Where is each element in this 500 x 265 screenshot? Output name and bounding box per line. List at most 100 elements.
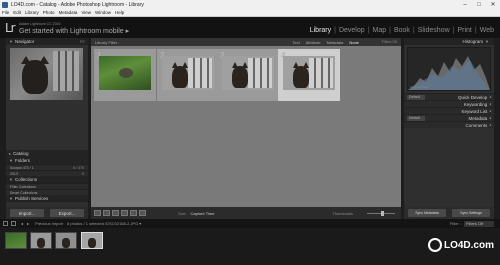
collapse-triangle-icon: ▼ <box>9 158 13 163</box>
loupe-view-icon[interactable] <box>103 210 110 216</box>
module-slideshow[interactable]: Slideshow <box>418 27 450 34</box>
thumbnails-label: Thumbnails <box>332 210 353 216</box>
left-buttons: Import... Export... <box>6 207 88 219</box>
bird-shape <box>119 68 133 78</box>
back-arrow-icon[interactable]: ◂ <box>21 221 23 226</box>
collections-header[interactable]: ▼ Collections <box>6 176 88 183</box>
menu-view[interactable]: View <box>81 10 91 15</box>
module-separator: | <box>452 27 455 34</box>
thumbnail-size-slider[interactable] <box>367 210 395 216</box>
cat-silhouette <box>172 66 188 88</box>
sort-select[interactable]: Capture Time <box>190 211 214 216</box>
menu-edit[interactable]: Edit <box>13 10 21 15</box>
comments-header[interactable]: Comments ◂ <box>404 121 494 128</box>
cat-silhouette <box>293 66 309 88</box>
mobile-promo-link[interactable]: Get started with Lightroom mobile ▸ <box>19 27 129 35</box>
navigator-label: Navigator <box>14 39 35 44</box>
menu-help[interactable]: Help <box>115 10 124 15</box>
menu-photo[interactable]: Photo <box>43 10 55 15</box>
filmstrip-thumbnail[interactable] <box>55 232 77 249</box>
menu-file[interactable]: File <box>2 10 9 15</box>
grid-cell[interactable]: 1 <box>94 49 156 101</box>
grid-view-icon[interactable] <box>94 210 101 216</box>
saved-preset-select[interactable]: Default <box>407 94 425 100</box>
metadata-header[interactable]: Default Metadata ◂ <box>404 114 494 121</box>
filmstrip-filter-select[interactable]: Filters Off <box>464 220 494 227</box>
filter-none[interactable]: None <box>349 40 359 45</box>
menu-window[interactable]: Window <box>95 10 111 15</box>
filter-text[interactable]: Text <box>292 40 299 45</box>
filter-preset-select[interactable]: Filters Off <box>382 40 397 44</box>
filmstrip-thumbnail[interactable] <box>5 232 27 249</box>
grid-cell[interactable]: 3 <box>217 49 279 101</box>
keywording-label: Keywording <box>463 101 488 107</box>
photo-thumbnail <box>99 56 151 90</box>
histogram-label: Histogram <box>462 39 484 44</box>
sync-settings-button[interactable]: Sync Settings <box>452 209 490 217</box>
grid-cell[interactable]: 2 <box>157 49 219 101</box>
module-develop[interactable]: Develop <box>339 27 365 34</box>
compare-view-icon[interactable] <box>112 210 119 216</box>
filter-attribute[interactable]: Attribute <box>306 40 321 45</box>
module-library[interactable]: Library <box>310 27 331 34</box>
module-print[interactable]: Print <box>457 27 471 34</box>
module-book[interactable]: Book <box>394 27 410 34</box>
menu-library[interactable]: Library <box>25 10 39 15</box>
watermark-text: LO4D.com <box>443 239 494 251</box>
collapse-triangle-icon: ▼ <box>9 39 13 44</box>
export-button[interactable]: Export... <box>50 209 84 217</box>
survey-view-icon[interactable] <box>121 210 128 216</box>
filmstrip-thumbnail[interactable] <box>30 232 52 249</box>
secondary-window-icon[interactable] <box>3 221 8 226</box>
filmstrip-summary[interactable]: 6 photos / 1 selected /DSC02158-2.JPG ▾ <box>67 221 141 226</box>
sync-metadata-button[interactable]: Sync Metadata <box>408 209 446 217</box>
folders-header[interactable]: ▼ Folders <box>6 157 88 164</box>
grid-cell-selected[interactable]: 4 <box>278 49 340 101</box>
expand-triangle-icon: ▸ <box>9 151 12 156</box>
painter-icon[interactable] <box>139 210 146 216</box>
right-buttons: Sync Metadata Sync Settings <box>404 207 494 219</box>
cat-silhouette <box>37 238 45 248</box>
catalog-header[interactable]: ▸ Catalog <box>6 150 88 157</box>
import-button[interactable]: Import... <box>10 209 44 217</box>
expand-triangle-icon: ◂ <box>489 95 491 99</box>
filter-metadata[interactable]: Metadata <box>327 40 344 45</box>
maximize-button[interactable]: □ <box>472 2 486 8</box>
left-panel: ▼ Navigator FIT ▸ Catalog ▼ Folders Scor… <box>6 38 88 219</box>
histogram-header[interactable]: Histogram ▼ <box>404 38 494 45</box>
minimize-button[interactable]: – <box>458 2 472 8</box>
histogram-info: Original Photo <box>410 85 430 89</box>
filmstrip: LO4D.com <box>0 228 500 265</box>
quick-develop-header[interactable]: Default Quick Develop ◂ <box>404 93 494 100</box>
close-button[interactable]: ✕ <box>486 1 500 8</box>
filmstrip-source[interactable]: Previous Import <box>35 221 63 226</box>
module-separator: | <box>474 27 477 34</box>
filmstrip-thumbnail-selected[interactable] <box>81 232 103 249</box>
mobile-promo-text: Get started with Lightroom mobile <box>19 28 124 35</box>
module-map[interactable]: Map <box>372 27 386 34</box>
metadata-preset-select[interactable]: Default <box>407 115 425 121</box>
navigator-preview[interactable] <box>10 48 83 100</box>
grid-toolbar: Sort: Capture Time Thumbnails <box>91 207 401 219</box>
collections-label: Collections <box>14 177 37 182</box>
menu-metadata[interactable]: Metadata <box>59 10 78 15</box>
smart-collections-label: Smart Collections <box>10 190 38 195</box>
publish-services-header[interactable]: ▼ Publish Services <box>6 195 88 202</box>
keywording-header[interactable]: Keywording ◂ <box>404 100 494 107</box>
slider-knob[interactable] <box>381 210 384 216</box>
navigator-header[interactable]: ▼ Navigator FIT <box>6 38 88 45</box>
comments-label: Comments <box>465 122 488 128</box>
collapse-triangle-icon: ▼ <box>485 39 489 44</box>
lightroom-logo: Lr <box>5 21 16 35</box>
expand-triangle-icon: ◂ <box>489 123 491 127</box>
grid-icon[interactable] <box>11 221 16 226</box>
people-view-icon[interactable] <box>130 210 137 216</box>
collapse-triangle-icon: ▼ <box>9 177 13 182</box>
forward-arrow-icon[interactable]: ▸ <box>27 221 29 226</box>
navigator-zoom[interactable]: FIT <box>80 40 85 44</box>
filter-collections-label: Filter Collections <box>10 184 36 189</box>
module-web[interactable]: Web <box>480 27 494 34</box>
folder-count: 6 <box>82 171 84 176</box>
module-separator: | <box>412 27 415 34</box>
keyword-list-header[interactable]: Keyword List ◂ <box>404 107 494 114</box>
